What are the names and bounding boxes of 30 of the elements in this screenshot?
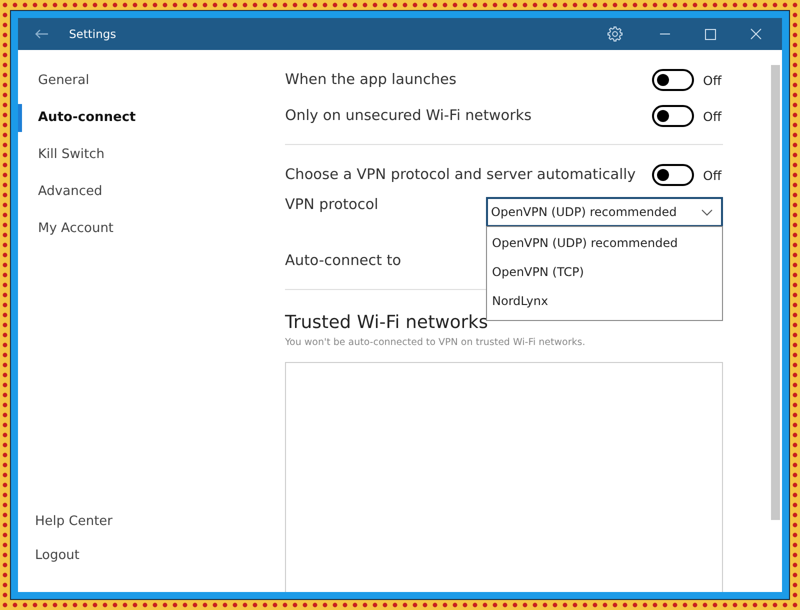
setting-label: Choose a VPN protocol and server automatically bbox=[285, 167, 637, 183]
toggle-switch[interactable] bbox=[652, 69, 694, 91]
sidebar-link[interactable]: Logout bbox=[18, 541, 285, 575]
settings-icon[interactable] bbox=[607, 26, 623, 42]
toggle-switch[interactable] bbox=[652, 105, 694, 127]
window-title: Settings bbox=[69, 27, 116, 41]
toggle-state: Off bbox=[703, 108, 723, 124]
sidebar-item[interactable]: Advanced bbox=[18, 180, 285, 217]
sidebar-link[interactable]: Help Center bbox=[18, 507, 285, 541]
setting-label: VPN protocol bbox=[285, 197, 380, 213]
scrollbar[interactable] bbox=[771, 65, 780, 520]
toggle-state: Off bbox=[703, 168, 723, 182]
dropdown-option[interactable]: OpenVPN (UDP) recommended bbox=[487, 229, 722, 258]
section-title: Trusted Wi-Fi networks bbox=[285, 312, 489, 333]
back-icon[interactable] bbox=[35, 29, 49, 39]
section-subtitle: You won't be auto-connected to VPN on trusted Wi-Fi networks. bbox=[285, 337, 586, 348]
sidebar-item[interactable]: Kill Switch bbox=[18, 143, 285, 180]
toggle-switch[interactable] bbox=[652, 164, 694, 186]
close-icon[interactable] bbox=[750, 28, 762, 40]
dropdown-option[interactable]: NordLynx bbox=[487, 287, 722, 316]
sidebar-item[interactable]: My Account bbox=[18, 217, 285, 254]
toggle-state: Off bbox=[703, 72, 723, 88]
maximize-icon[interactable] bbox=[705, 28, 716, 40]
setting-label: Auto-connect to bbox=[285, 253, 402, 269]
sidebar-item[interactable]: Auto-connect bbox=[18, 106, 285, 143]
dropdown-option[interactable]: OpenVPN (TCP) bbox=[487, 258, 722, 287]
sidebar-item[interactable]: General bbox=[18, 69, 285, 106]
chevron-down-icon bbox=[701, 208, 713, 216]
setting-label: Only on unsecured Wi-Fi networks bbox=[285, 108, 533, 124]
setting-label: When the app launches bbox=[285, 72, 458, 88]
